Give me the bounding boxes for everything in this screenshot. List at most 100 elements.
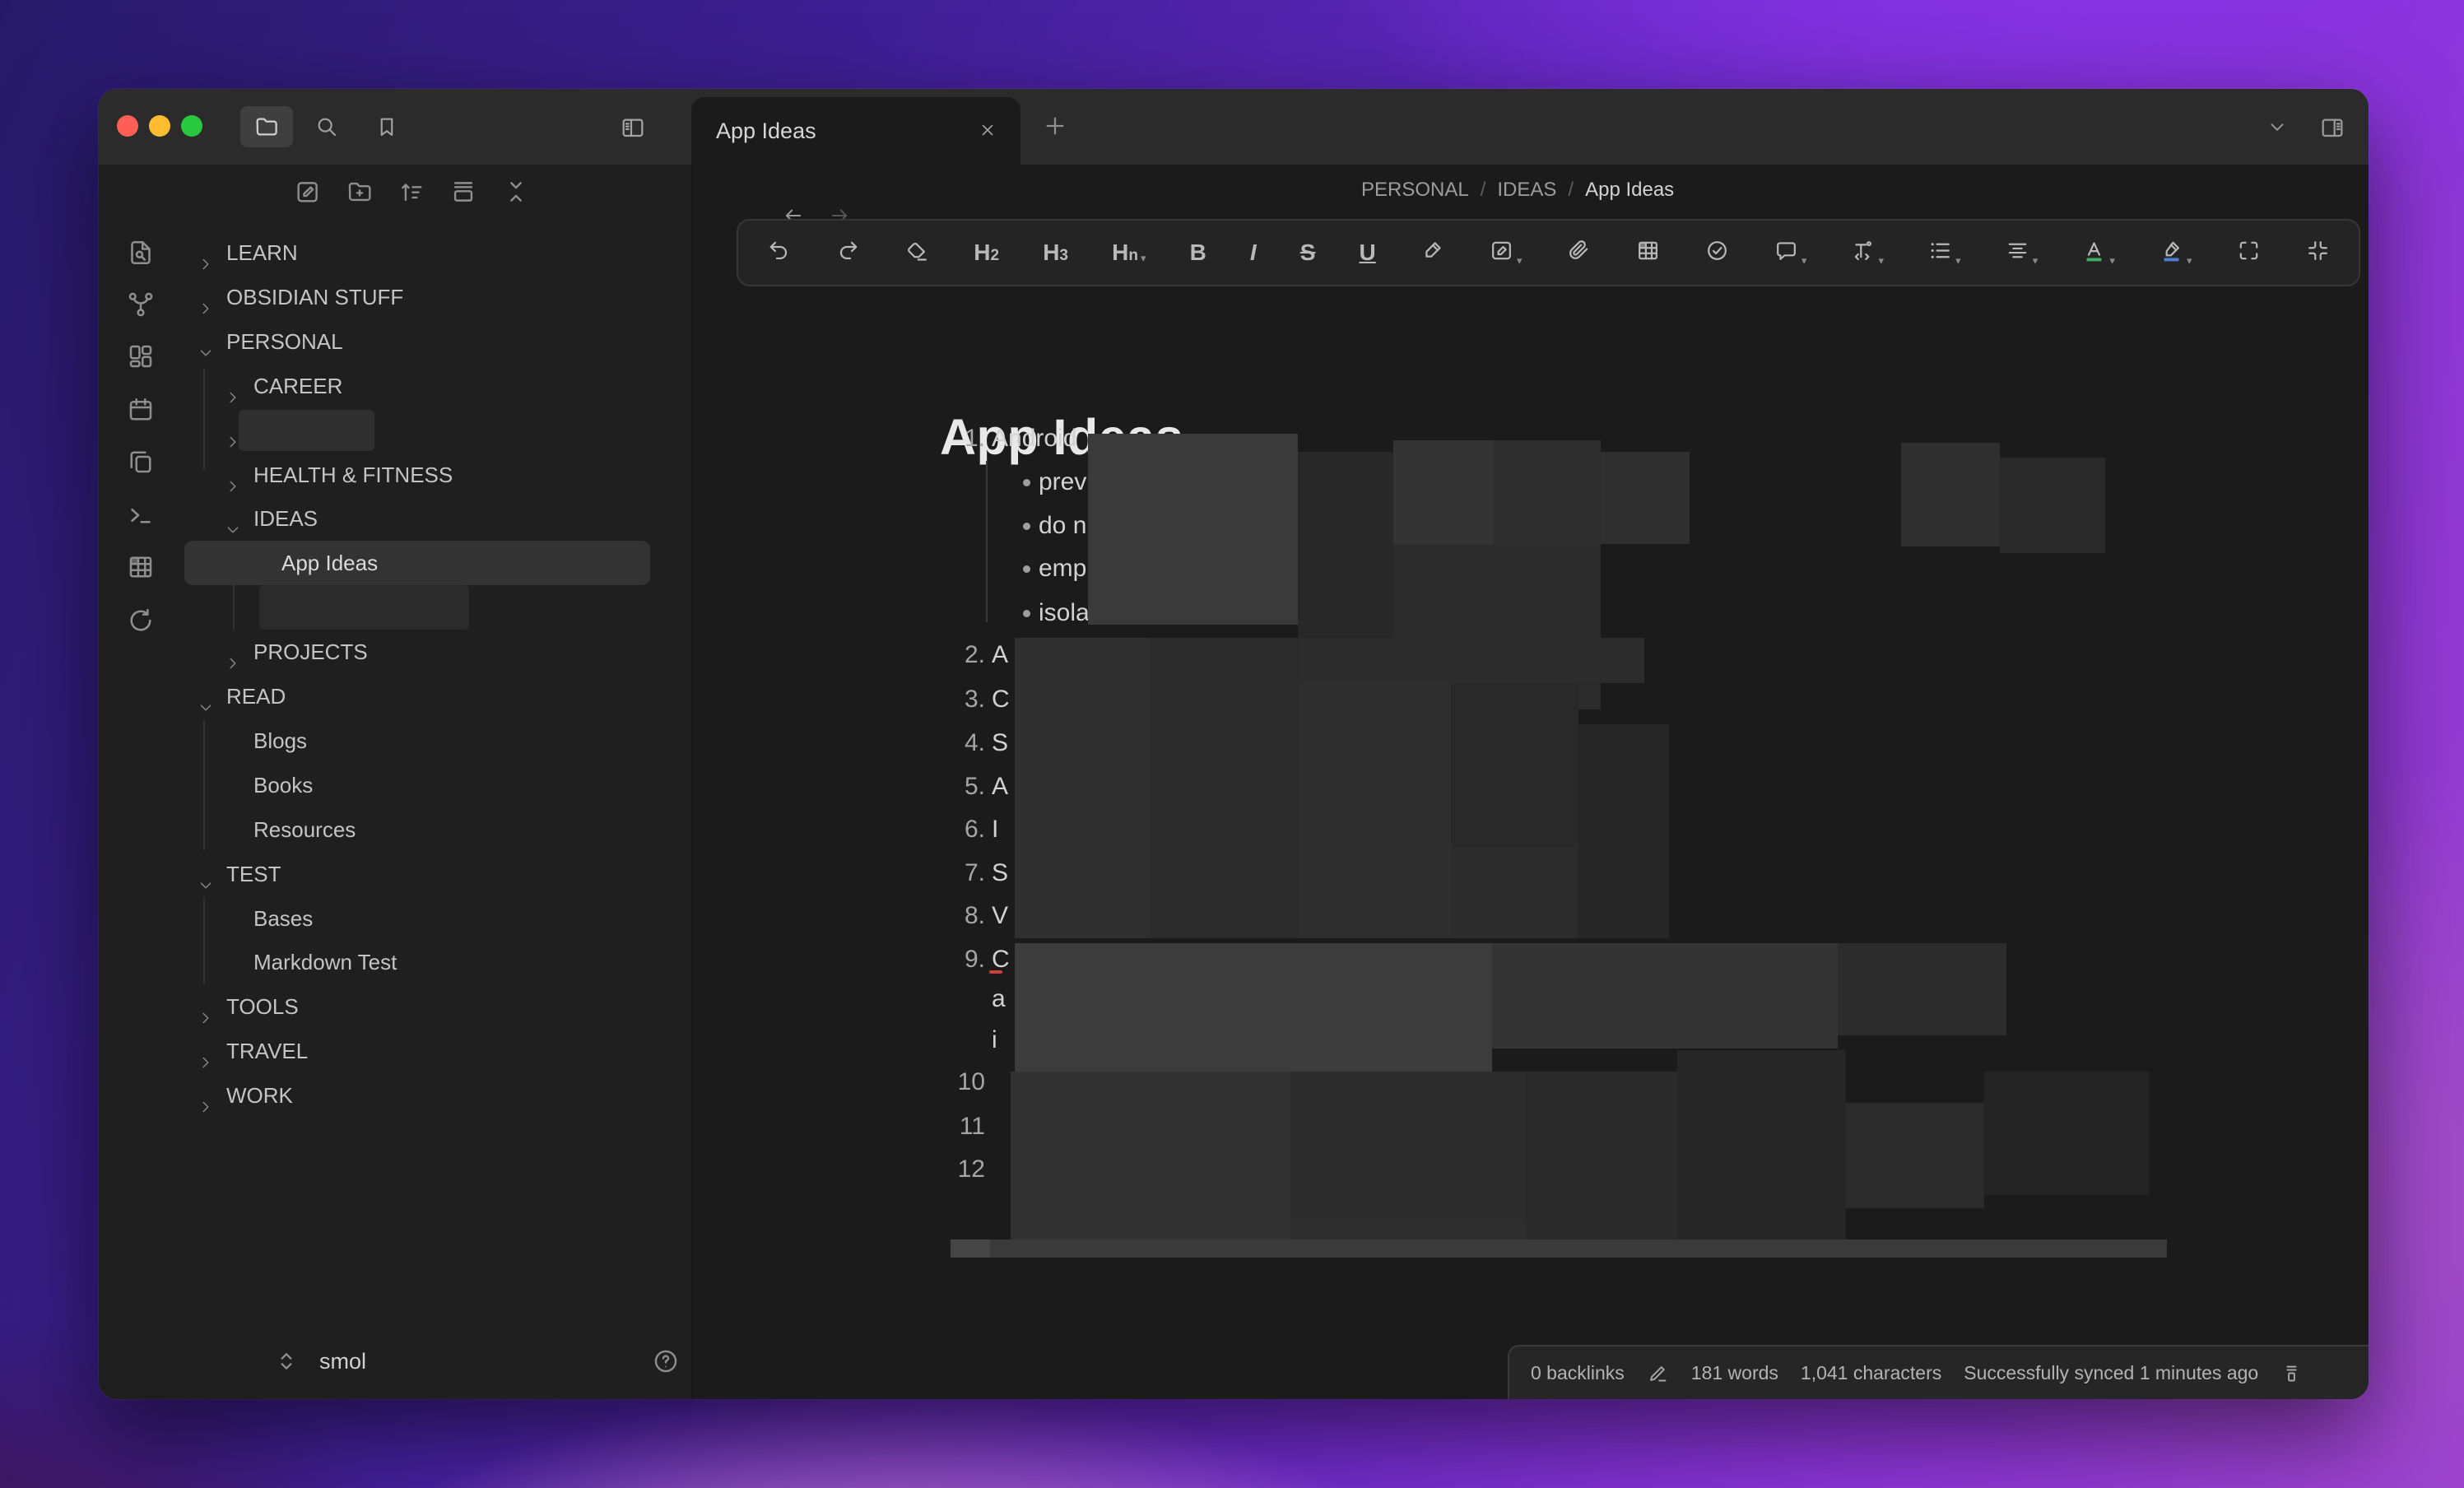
list-number: 1. (927, 416, 985, 461)
toolbar-strikethrough-button[interactable]: S (1300, 240, 1316, 265)
tree-item-career[interactable]: CAREER (183, 364, 691, 408)
tree-item-label: Markdown Test (253, 940, 397, 984)
new-folder-button[interactable] (346, 178, 374, 206)
toolbar-redo-button[interactable] (835, 238, 861, 267)
toolbar-clear-format-button[interactable] (904, 238, 930, 267)
toolbar-highlight-color-button[interactable]: ▾ (2159, 238, 2192, 267)
redacted-content-block (1578, 724, 1669, 938)
tree-item-resources[interactable]: Resources (183, 807, 691, 852)
redacted-content-block (951, 1239, 990, 1258)
tree-item-work[interactable]: WORK (183, 1073, 691, 1118)
tree-item-tools[interactable]: TOOLS (183, 984, 691, 1029)
vault-updown-icon (273, 1348, 300, 1374)
toolbar-table-button[interactable] (1635, 238, 1661, 267)
close-window-button[interactable] (117, 115, 138, 137)
tree-item-obsidian-stuff[interactable]: OBSIDIAN STUFF (183, 275, 691, 319)
collapse-card-button[interactable] (449, 178, 477, 206)
vault-switcher[interactable]: smol (268, 1335, 691, 1388)
toolbar-font-color-button[interactable]: ▾ (2081, 238, 2115, 267)
toolbar-attach-button[interactable] (1566, 238, 1592, 267)
edit-pencil-icon[interactable] (1647, 1362, 1669, 1384)
files-view-button[interactable] (240, 106, 293, 147)
book-icon (2368, 202, 2369, 227)
search-view-button[interactable] (314, 114, 339, 139)
tree-item-redacted[interactable] (183, 408, 691, 453)
toolbar-heading-2-button[interactable]: H2 (974, 240, 999, 265)
backlinks-count[interactable]: 0 backlinks (1531, 1362, 1625, 1384)
tree-item-blogs[interactable]: Blogs (183, 718, 691, 763)
ribbon-graph-icon[interactable] (126, 290, 156, 319)
sync-device-icon[interactable] (2280, 1362, 2303, 1384)
tree-item-projects[interactable]: PROJECTS (183, 630, 691, 674)
toolbar-bullet-list-button[interactable]: ▾ (1927, 238, 1961, 267)
new-tab-button[interactable] (1042, 113, 1068, 139)
toolbar-callout-button[interactable]: ▾ (1489, 238, 1523, 267)
toolbar-sub-label: n (1128, 247, 1138, 265)
caret-down-icon: ▾ (2109, 254, 2115, 267)
caret-down-icon: ▾ (1802, 254, 1807, 267)
ribbon-sync-icon[interactable] (126, 606, 156, 635)
tree-item-read[interactable]: READ (183, 674, 691, 718)
folder-icon (253, 114, 280, 140)
tree-item-ideas[interactable]: IDEAS (183, 496, 691, 541)
tab-app-ideas[interactable]: App Ideas (691, 97, 1020, 165)
tree-item-label: READ (226, 674, 286, 718)
toggle-left-sidebar-button[interactable] (620, 114, 646, 141)
toolbar-exit-fullscreen-button[interactable] (2305, 238, 2331, 267)
toolbar-underline-button[interactable]: U (1360, 240, 1376, 265)
list-item-text: I (992, 807, 998, 852)
tree-item-health-fitness[interactable]: HEALTH & FITNESS (183, 453, 691, 497)
ribbon-layout-cards-icon[interactable] (126, 342, 156, 371)
list-number: 10 (927, 1060, 985, 1104)
breadcrumb[interactable]: PERSONAL/IDEAS/App Ideas (1361, 165, 1674, 216)
tree-item-bases[interactable]: Bases (183, 896, 691, 941)
toolbar-bold-label: B (1190, 240, 1206, 265)
collapse-all-button[interactable] (502, 178, 530, 206)
tree-item-redacted[interactable] (183, 585, 691, 630)
editor-pane: PERSONAL/IDEAS/App Ideas H2 H3 Hn▾ B I S U ▾ ▾ ▾ ▾… (693, 165, 2369, 1399)
sort-button[interactable] (397, 178, 425, 206)
tree-item-personal[interactable]: PERSONAL (183, 319, 691, 364)
toolbar-italic-button[interactable]: I (1250, 240, 1257, 265)
tree-item-learn[interactable]: LEARN (183, 230, 691, 275)
toolbar-comment-button[interactable]: ▾ (1774, 238, 1807, 267)
bullet-text: prev (1039, 460, 1086, 505)
tree-item-books[interactable]: Books (183, 763, 691, 807)
tab-label: App Ideas (716, 97, 816, 165)
highlight-color-icon (2159, 238, 2184, 267)
toolbar-line-width-button[interactable]: ▾ (2005, 238, 2039, 267)
ribbon-terminal-icon[interactable] (126, 500, 156, 530)
toolbar-highlighter-button[interactable] (1420, 238, 1445, 267)
tree-item-label: Books (253, 763, 313, 807)
breadcrumb-part[interactable]: PERSONAL (1361, 179, 1469, 201)
breadcrumb-part[interactable]: IDEAS (1497, 179, 1556, 201)
zoom-window-button[interactable] (181, 115, 202, 137)
tab-list-dropdown-button[interactable] (2266, 116, 2288, 137)
reading-mode-button[interactable] (2368, 202, 2369, 227)
new-note-button[interactable] (294, 178, 322, 206)
tree-item-travel[interactable]: TRAVEL (183, 1029, 691, 1073)
tree-item-test[interactable]: TEST (183, 852, 691, 896)
help-icon[interactable] (652, 1347, 680, 1375)
toolbar-heading-3-button[interactable]: H3 (1043, 240, 1068, 265)
ribbon-file-search-icon[interactable] (126, 238, 156, 267)
font-color-icon (2081, 238, 2107, 267)
toolbar-heading-n-button[interactable]: Hn▾ (1112, 240, 1146, 265)
toolbar-text-transform-button[interactable]: ▾ (1851, 238, 1885, 267)
toolbar-bold-button[interactable]: B (1190, 240, 1206, 265)
minimize-window-button[interactable] (149, 115, 170, 137)
tree-item-app-ideas[interactable]: App Ideas (183, 541, 691, 585)
ribbon-files-icon[interactable] (126, 447, 156, 477)
chevron-right-icon[interactable] (197, 1086, 215, 1131)
tree-item-markdown-test[interactable]: Markdown Test (183, 940, 691, 984)
toolbar-task-button[interactable] (1704, 238, 1730, 267)
comment-icon (1774, 238, 1799, 267)
tab-close-button[interactable] (978, 120, 997, 140)
bookmarks-view-button[interactable] (374, 114, 399, 139)
ribbon-calendar-icon[interactable] (126, 395, 156, 425)
ribbon-table-icon[interactable] (126, 552, 156, 582)
toggle-right-sidebar-button[interactable] (2319, 114, 2345, 141)
breadcrumb-current[interactable]: App Ideas (1585, 179, 1674, 201)
toolbar-fullscreen-button[interactable] (2236, 238, 2262, 267)
toolbar-undo-button[interactable] (766, 238, 792, 267)
